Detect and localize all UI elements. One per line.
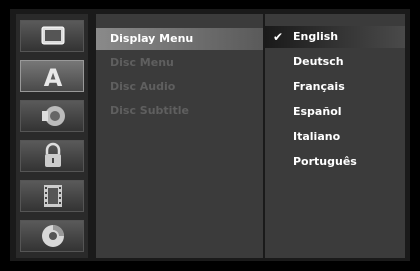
menu-item-disc-audio[interactable]: Disc Audio — [96, 76, 263, 98]
option-deutsch[interactable]: Deutsch — [265, 51, 405, 73]
lock-icon — [45, 142, 61, 167]
display-tab[interactable] — [20, 20, 84, 52]
option-list: ✔ English Deutsch Français Español Itali… — [265, 14, 405, 258]
disc-tab[interactable] — [20, 220, 84, 252]
audio-tab[interactable] — [20, 100, 84, 132]
option-label: Português — [293, 155, 357, 168]
menu-item-disc-menu[interactable]: Disc Menu — [96, 52, 263, 74]
language-tab[interactable]: A — [20, 60, 84, 92]
option-label: Français — [293, 80, 345, 93]
language-a-icon: A — [44, 64, 63, 91]
display-tv-icon — [41, 26, 65, 45]
option-italiano[interactable]: Italiano — [265, 126, 405, 148]
option-label: Español — [293, 105, 342, 118]
menu-item-display-menu[interactable]: Display Menu — [96, 28, 263, 50]
disc-icon — [42, 225, 64, 247]
option-english[interactable]: ✔ English — [265, 26, 405, 48]
film-icon — [44, 185, 62, 207]
checkmark-icon: ✔ — [273, 30, 284, 44]
menu-item-disc-subtitle[interactable]: Disc Subtitle — [96, 100, 263, 122]
option-label: Italiano — [293, 130, 341, 143]
option-label: Deutsch — [293, 55, 344, 68]
option-francais[interactable]: Français — [265, 76, 405, 98]
option-label: English — [293, 30, 339, 43]
menu-list: Display Menu Disc Menu Disc Audio Disc S… — [96, 14, 263, 258]
audio-speaker-icon — [42, 106, 65, 126]
icon-sidebar: A — [16, 14, 88, 258]
film-tab[interactable] — [20, 180, 84, 212]
option-portugues[interactable]: Português — [265, 151, 405, 173]
option-espanol[interactable]: Español — [265, 101, 405, 123]
lock-tab[interactable] — [20, 140, 84, 172]
svg-text:A: A — [44, 64, 63, 91]
